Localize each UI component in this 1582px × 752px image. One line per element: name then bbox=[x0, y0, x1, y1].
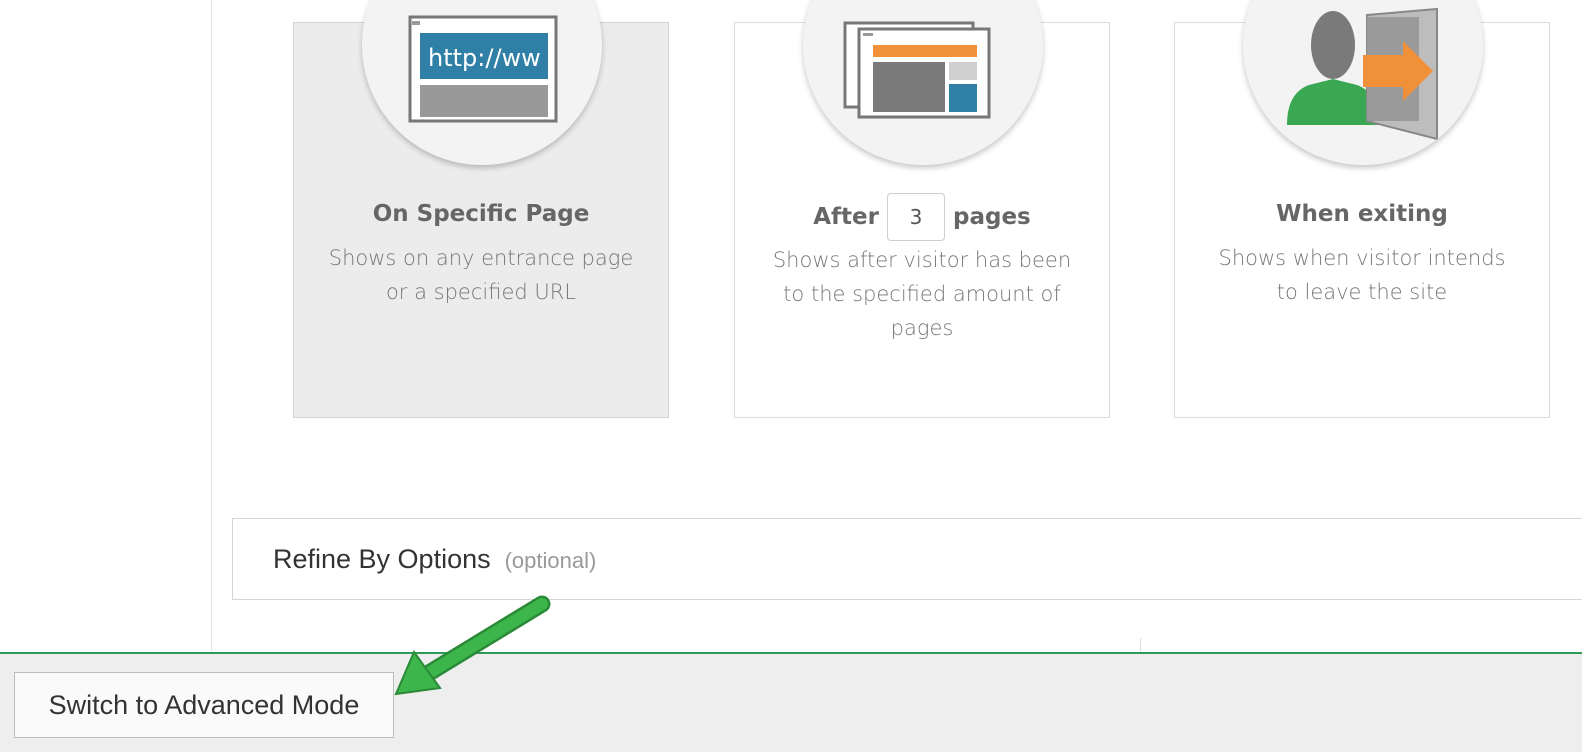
page-count-input[interactable] bbox=[887, 193, 945, 241]
green-arrow-icon bbox=[394, 595, 551, 696]
card-description: Shows after visitor has been to the spec… bbox=[772, 248, 1072, 340]
optional-hint: (optional) bbox=[504, 548, 597, 573]
svg-text:http://ww: http://ww bbox=[428, 44, 541, 72]
url-browser-icon: http://ww bbox=[362, 0, 602, 165]
exit-person-icon bbox=[1243, 0, 1483, 165]
card-title-before: After bbox=[813, 204, 879, 230]
browser-windows-icon bbox=[803, 0, 1043, 165]
refine-options-title: Refine By Options bbox=[273, 544, 491, 574]
trigger-card-specific-page[interactable]: http://ww On Specific Page Shows on any … bbox=[293, 0, 669, 418]
trigger-card-after-pages[interactable]: After pages Shows after visitor has been… bbox=[734, 0, 1110, 418]
footer-bar: Switch to Advanced Mode bbox=[0, 652, 1582, 752]
card-title-after: pages bbox=[953, 204, 1031, 230]
trigger-card-when-exiting[interactable]: When exiting Shows when visitor intends … bbox=[1174, 0, 1550, 418]
refine-options-header: Refine By Options (optional) bbox=[273, 544, 596, 575]
card-description: Shows when visitor intends to leave the … bbox=[1218, 246, 1506, 304]
card-title: When exiting bbox=[1276, 201, 1448, 227]
card-title: On Specific Page bbox=[372, 201, 590, 227]
card-title-row: After pages bbox=[735, 193, 1109, 241]
card-description: Shows on any entrance page or a specifie… bbox=[328, 246, 634, 304]
left-sidebar bbox=[0, 0, 212, 752]
refine-options-panel[interactable]: Refine By Options (optional) bbox=[232, 518, 1582, 600]
switch-advanced-mode-button[interactable]: Switch to Advanced Mode bbox=[14, 672, 394, 738]
